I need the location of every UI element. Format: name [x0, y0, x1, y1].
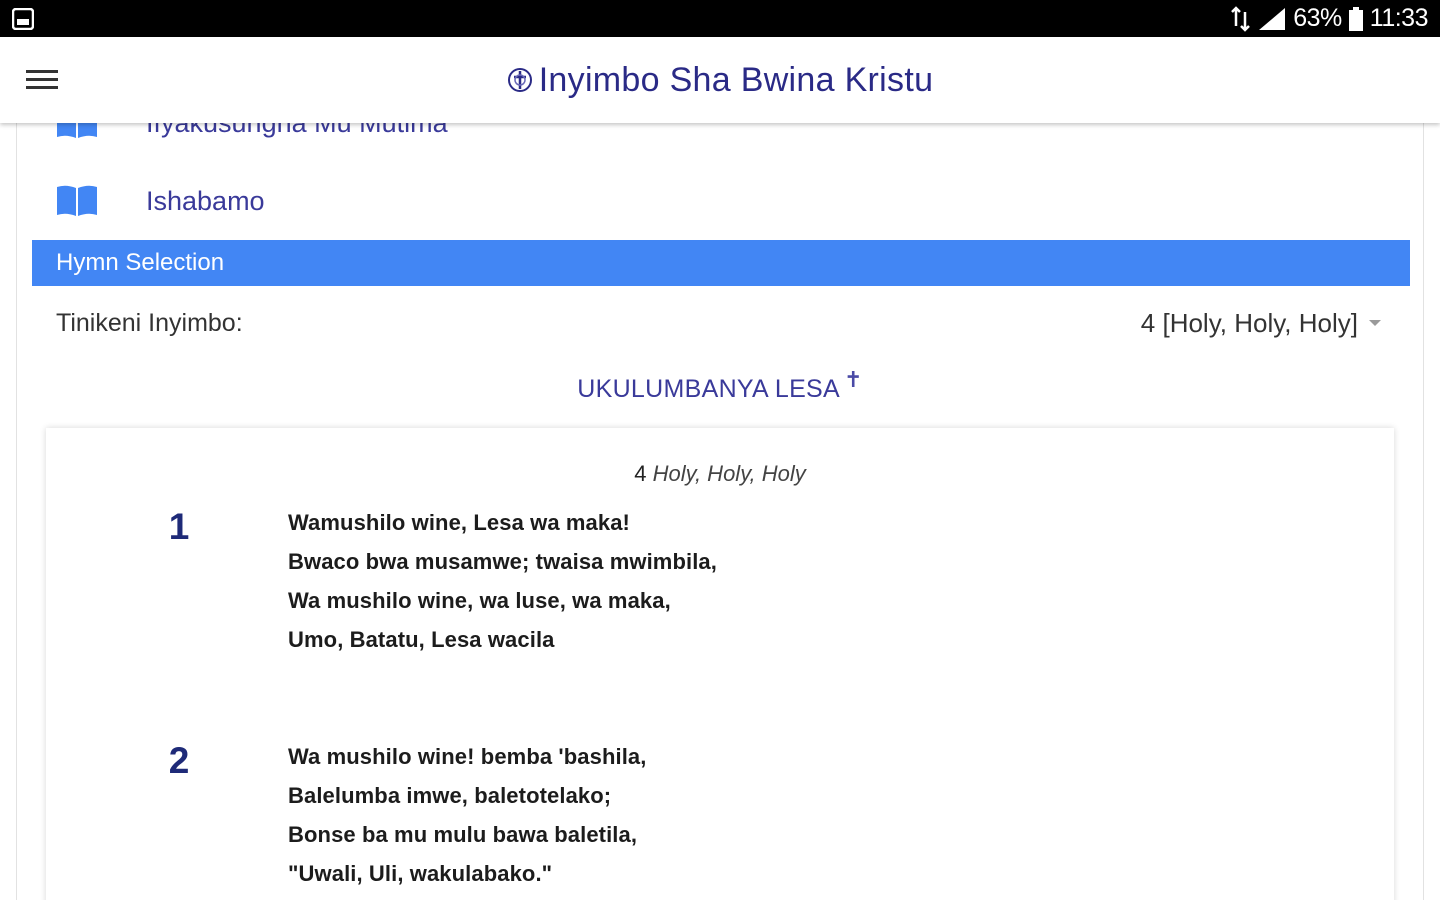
hymn-number: 4 [634, 461, 647, 486]
screenshot-notification-icon [12, 8, 34, 30]
book-item-ishabamo[interactable]: Ishabamo [56, 181, 265, 221]
status-bar: 63% 11:33 [0, 0, 1440, 37]
verse-line: Umo, Batatu, Lesa wacila [288, 627, 555, 652]
hymn-select-row: Tinikeni Inyimbo: 4 [Holy, Holy, Holy] [56, 301, 1382, 345]
church-logo-icon [507, 68, 532, 92]
verse-line: Wa mushilo wine! bemba 'bashila, [288, 744, 647, 769]
hymn-name: Holy, Holy, Holy [652, 461, 806, 486]
data-transfer-icon [1231, 5, 1251, 32]
clock: 11:33 [1369, 4, 1429, 32]
book-label: Ifyakusungha Mu Mutima [146, 123, 448, 139]
main-content[interactable]: Ifyakusungha Mu Mutima Ishabamo Hymn Sel… [0, 123, 1440, 900]
verse-line: Balelumba imwe, baletotelako; [288, 783, 612, 808]
verse-line: Wamushilo wine, Lesa wa maka! [288, 510, 630, 535]
verse-number: 2 [168, 740, 190, 781]
verse-line: "Uwali, Uli, wakulabako." [288, 861, 553, 886]
verse-lines: Wa mushilo wine! bemba 'bashila, Balelum… [288, 737, 646, 893]
cross-icon: ✝ [844, 367, 863, 392]
hymn-select-dropdown[interactable]: 4 [Holy, Holy, Holy] [1141, 308, 1382, 339]
hymn-card: 4 Holy, Holy, Holy 1 Wamushilo wine, Les… [46, 428, 1394, 900]
book-label: Ishabamo [146, 185, 265, 216]
verse-lines: Wamushilo wine, Lesa wa maka! Bwaco bwa … [288, 503, 717, 659]
category-name: UKULUMBANYA LESA [577, 375, 841, 403]
battery-percent: 63% [1293, 4, 1342, 32]
app-toolbar: Inyimbo Sha Bwina Kristu [0, 37, 1440, 123]
battery-icon [1348, 6, 1363, 31]
app-title: Inyimbo Sha Bwina Kristu [538, 60, 934, 99]
signal-icon [1259, 7, 1286, 30]
hymn-selection-header: Hymn Selection [32, 240, 1410, 286]
status-right-group: 63% 11:33 [1231, 0, 1429, 37]
toolbar-title-group: Inyimbo Sha Bwina Kristu [0, 37, 1440, 123]
book-item-ifyakusungha[interactable]: Ifyakusungha Mu Mutima [56, 123, 448, 143]
verse-line: Wa mushilo wine, wa luse, wa maka, [288, 588, 671, 613]
verse-number: 1 [168, 506, 190, 547]
dropdown-arrow-icon [1369, 320, 1381, 326]
hymn-select-label: Tinikeni Inyimbo: [56, 308, 243, 337]
verse-line: Bonse ba mu mulu bawa baletila, [288, 822, 638, 847]
open-book-icon [57, 123, 97, 138]
verse-line: Bwaco bwa musamwe; twaisa mwimbila, [288, 549, 717, 574]
open-book-icon [57, 185, 97, 216]
hymn-heading: 4 Holy, Holy, Holy [46, 461, 1394, 487]
category-title: UKULUMBANYA LESA ✝ [0, 367, 1440, 404]
selected-hymn-value: 4 [Holy, Holy, Holy] [1140, 307, 1358, 338]
